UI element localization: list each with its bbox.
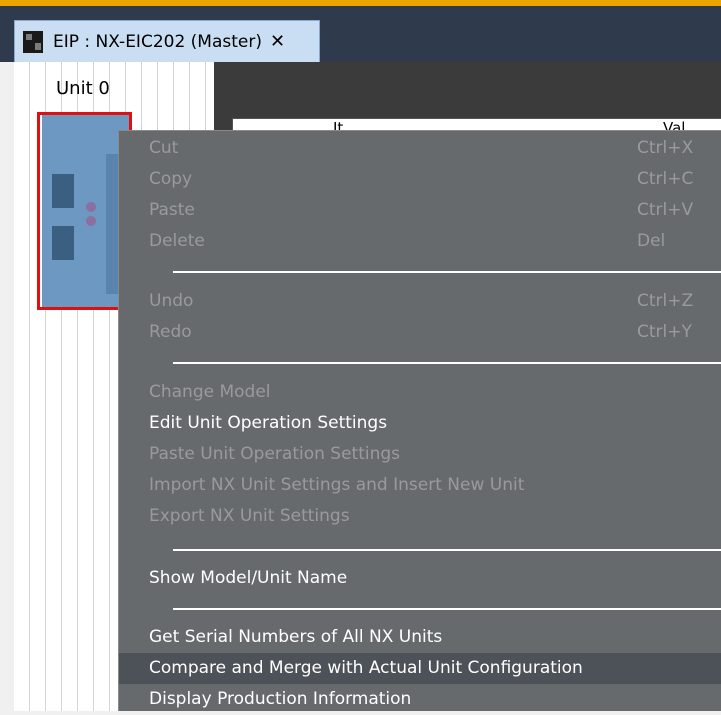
menu-separator — [173, 549, 721, 551]
menu-item-edit-unit-operation-settings[interactable]: Edit Unit Operation Settings — [119, 408, 721, 439]
menu-item-cut[interactable]: Cut Ctrl+X — [119, 133, 721, 164]
menu-item-get-serial-numbers[interactable]: Get Serial Numbers of All NX Units — [119, 622, 721, 653]
menu-item-shortcut: Ctrl+X — [637, 138, 694, 158]
menu-item-label: Delete — [149, 231, 205, 251]
menu-item-show-model-unit-name[interactable]: Show Model/Unit Name — [119, 563, 721, 594]
menu-item-label: Change Model — [149, 382, 271, 402]
tab-title: EIP : NX-EIC202 (Master) — [53, 31, 262, 52]
unit-icon — [23, 30, 43, 53]
unit-label: Unit 0 — [56, 78, 110, 99]
menu-item-label: Import NX Unit Settings and Insert New U… — [149, 475, 525, 495]
menu-item-undo[interactable]: Undo Ctrl+Z — [119, 286, 721, 317]
menu-item-label: Undo — [149, 291, 194, 311]
tab-eip-nx-eic202[interactable]: EIP : NX-EIC202 (Master) ✕ — [14, 20, 320, 62]
menu-separator — [173, 271, 721, 273]
menu-item-paste[interactable]: Paste Ctrl+V — [119, 195, 721, 226]
menu-item-label: Compare and Merge with Actual Unit Confi… — [149, 658, 583, 678]
menu-item-export-nx-unit-settings[interactable]: Export NX Unit Settings — [119, 501, 721, 532]
menu-item-shortcut: Ctrl+Y — [637, 322, 692, 342]
menu-item-shortcut: Ctrl+Z — [637, 291, 694, 311]
menu-item-redo[interactable]: Redo Ctrl+Y — [119, 317, 721, 348]
menu-item-label: Export NX Unit Settings — [149, 506, 350, 526]
menu-item-copy[interactable]: Copy Ctrl+C — [119, 164, 721, 195]
menu-item-label: Cut — [149, 138, 179, 158]
menu-item-label: Get Serial Numbers of All NX Units — [149, 627, 443, 647]
menu-item-label: Display Production Information — [149, 689, 412, 709]
menu-separator — [173, 608, 721, 610]
menu-item-label: Show Model/Unit Name — [149, 568, 348, 588]
menu-item-delete[interactable]: Delete Del — [119, 226, 721, 257]
menu-item-shortcut: Ctrl+C — [637, 169, 694, 189]
menu-separator — [173, 362, 721, 364]
menu-item-label: Copy — [149, 169, 193, 189]
menu-item-paste-unit-operation-settings[interactable]: Paste Unit Operation Settings — [119, 439, 721, 470]
menu-item-import-nx-unit-settings[interactable]: Import NX Unit Settings and Insert New U… — [119, 470, 721, 501]
menu-item-label: Paste — [149, 200, 195, 220]
close-icon[interactable]: ✕ — [270, 31, 285, 52]
menu-item-change-model[interactable]: Change Model — [119, 377, 721, 408]
menu-item-label: Edit Unit Operation Settings — [149, 413, 388, 433]
menu-item-shortcut: Ctrl+V — [637, 200, 694, 220]
menu-item-shortcut: Del — [637, 231, 666, 251]
context-menu: Cut Ctrl+X Copy Ctrl+C Paste Ctrl+V Dele… — [118, 130, 721, 711]
menu-item-label: Paste Unit Operation Settings — [149, 444, 401, 464]
menu-item-compare-and-merge[interactable]: Compare and Merge with Actual Unit Confi… — [119, 653, 721, 684]
menu-item-label: Redo — [149, 322, 192, 342]
menu-item-display-production-information[interactable]: Display Production Information — [119, 684, 721, 715]
